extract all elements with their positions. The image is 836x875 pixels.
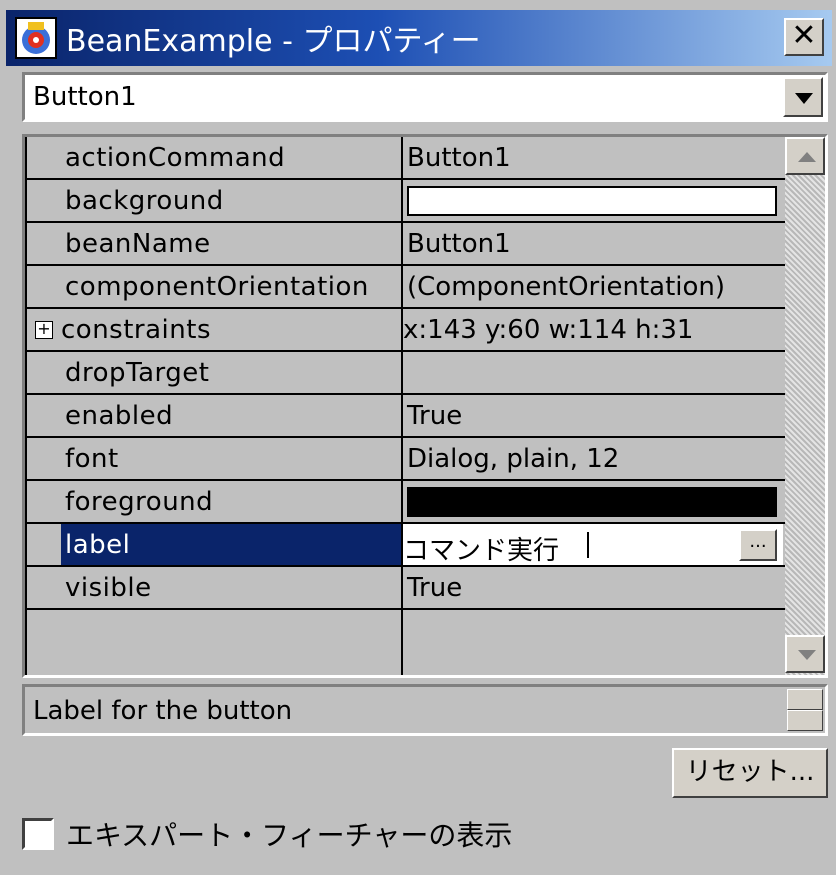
property-name-cell[interactable]: foreground — [25, 481, 401, 522]
property-value: x:143 y:60 w:114 h:31 — [403, 315, 694, 345]
component-selector-value: Button1 — [33, 82, 137, 112]
scroll-down-button[interactable] — [785, 635, 825, 673]
property-name: enabled — [65, 401, 174, 431]
property-value-cell[interactable] — [403, 352, 785, 393]
property-name-cell[interactable]: label — [25, 524, 401, 565]
property-value: Button1 — [407, 229, 511, 259]
property-name: visible — [65, 573, 152, 603]
property-value-cell[interactable] — [403, 481, 785, 522]
property-row[interactable]: dropTarget — [25, 352, 785, 395]
property-name: font — [65, 444, 119, 474]
property-name: componentOrientation — [65, 272, 369, 302]
property-row[interactable]: componentOrientation (ComponentOrientati… — [25, 266, 785, 309]
description-scroll[interactable] — [787, 689, 823, 731]
property-value-cell[interactable]: x:143 y:60 w:114 h:31 — [403, 309, 785, 350]
close-icon: ✕ — [791, 18, 817, 53]
property-name-cell[interactable]: font — [25, 438, 401, 479]
property-row[interactable]: actionCommand Button1 — [25, 137, 785, 180]
property-value: True — [407, 573, 463, 603]
window-title: BeanExample - プロパティー — [66, 24, 481, 59]
property-row-selected[interactable]: label コマンド実行 ... — [25, 524, 785, 567]
chevron-down-icon — [795, 93, 813, 104]
selection-highlight: label — [61, 524, 401, 565]
description-scroll-down[interactable] — [787, 710, 823, 731]
arrow-down-icon — [798, 650, 816, 660]
property-row[interactable]: enabled True — [25, 395, 785, 438]
property-name: beanName — [65, 229, 211, 259]
property-value-cell[interactable]: True — [403, 395, 785, 436]
label-value-input[interactable]: コマンド実行 — [403, 530, 559, 567]
property-value-cell[interactable]: Button1 — [403, 223, 785, 264]
expert-features-checkbox[interactable] — [22, 818, 54, 850]
property-value-cell[interactable]: Dialog, plain, 12 — [403, 438, 785, 479]
property-name: dropTarget — [65, 358, 210, 388]
vertical-scrollbar[interactable] — [785, 137, 825, 675]
property-value: True — [407, 401, 463, 431]
component-selector[interactable]: Button1 — [22, 72, 828, 122]
property-value: (ComponentOrientation) — [407, 272, 726, 302]
column-divider[interactable] — [401, 137, 403, 675]
background-color-swatch[interactable] — [407, 186, 777, 216]
property-value-cell[interactable]: Button1 — [403, 137, 785, 178]
expand-plus-icon[interactable]: + — [35, 321, 53, 339]
property-value-cell[interactable]: コマンド実行 ... — [403, 524, 785, 567]
property-grid-body: actionCommand Button1 background beanNam… — [25, 137, 785, 675]
text-caret — [587, 532, 589, 558]
property-name-cell[interactable]: componentOrientation — [25, 266, 401, 307]
property-value-cell[interactable] — [403, 180, 785, 221]
property-row[interactable]: visible True — [25, 567, 785, 610]
expert-features-label[interactable]: エキスパート・フィーチャーの表示 — [66, 814, 512, 854]
property-value-cell[interactable]: (ComponentOrientation) — [403, 266, 785, 307]
property-name-cell[interactable]: enabled — [25, 395, 401, 436]
property-row[interactable]: beanName Button1 — [25, 223, 785, 266]
property-value: Button1 — [407, 143, 511, 173]
description-scroll-up[interactable] — [787, 689, 823, 710]
property-name-cell[interactable]: dropTarget — [25, 352, 401, 393]
property-value-cell[interactable]: True — [403, 567, 785, 608]
title-bar[interactable]: BeanExample - プロパティー ✕ — [6, 10, 832, 66]
ellipsis-button[interactable]: ... — [739, 529, 777, 561]
property-row[interactable]: background — [25, 180, 785, 223]
java-bean-icon — [14, 16, 58, 60]
property-name-cell[interactable]: beanName — [25, 223, 401, 264]
property-row[interactable]: font Dialog, plain, 12 — [25, 438, 785, 481]
property-name-cell[interactable]: actionCommand — [25, 137, 401, 178]
expert-features-option[interactable]: エキスパート・フィーチャーの表示 — [22, 814, 512, 854]
close-button[interactable]: ✕ — [784, 18, 824, 56]
property-name-cell[interactable]: + constraints — [25, 309, 401, 350]
property-name-cell[interactable]: background — [25, 180, 401, 221]
reset-button[interactable]: リセット... — [672, 748, 828, 798]
arrow-up-icon — [798, 152, 816, 162]
description-text: Label for the button — [33, 696, 293, 726]
properties-window: BeanExample - プロパティー ✕ Button1 actionCom… — [0, 0, 836, 875]
property-name: actionCommand — [65, 143, 286, 173]
description-area: Label for the button — [22, 684, 828, 736]
grid-left-border — [25, 137, 27, 675]
property-name: label — [65, 530, 131, 560]
foreground-color-swatch[interactable] — [407, 487, 777, 517]
property-value: Dialog, plain, 12 — [407, 444, 620, 474]
property-row[interactable]: foreground — [25, 481, 785, 524]
property-grid: actionCommand Button1 background beanNam… — [22, 134, 828, 678]
property-row[interactable]: + constraints x:143 y:60 w:114 h:31 — [25, 309, 785, 352]
component-selector-dropdown-button[interactable] — [783, 77, 823, 117]
property-name: foreground — [65, 487, 214, 517]
label-value-editor[interactable]: コマンド実行 ... — [403, 524, 783, 567]
scroll-up-button[interactable] — [785, 137, 825, 175]
property-name: constraints — [61, 315, 211, 345]
property-name-cell[interactable]: visible — [25, 567, 401, 608]
property-name: background — [65, 186, 224, 216]
